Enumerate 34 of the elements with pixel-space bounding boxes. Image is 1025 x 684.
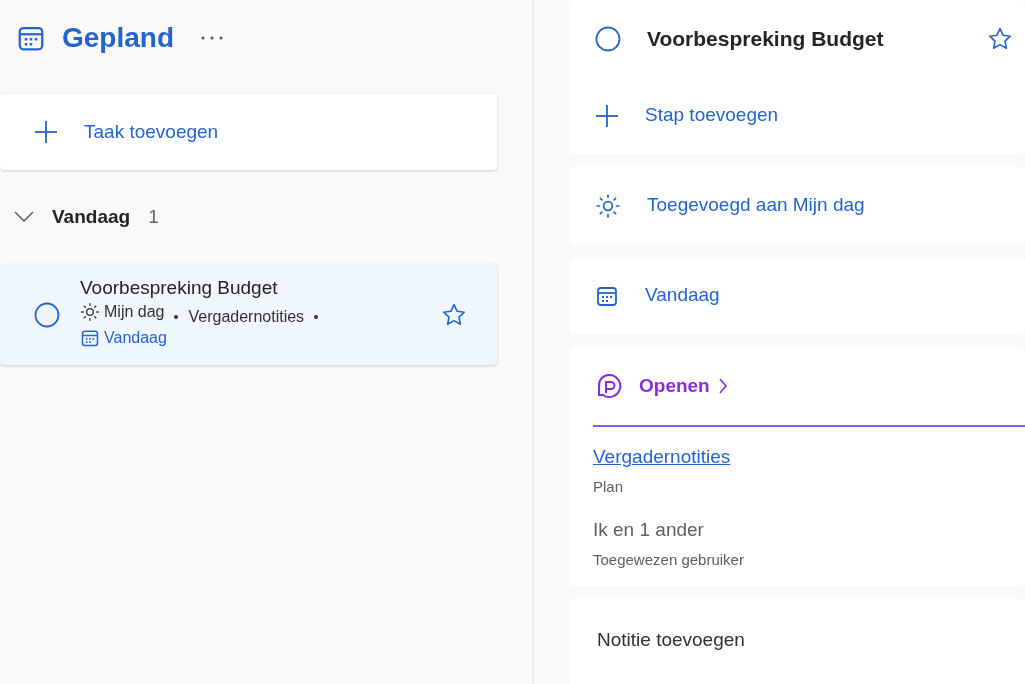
plan-caption: Plan: [593, 476, 625, 497]
assignee-text: Ik en 1 ander: [593, 518, 705, 542]
group-label[interactable]: Vandaag: [52, 202, 131, 232]
plus-icon: [34, 120, 58, 144]
due-date-link[interactable]: Vandaag: [645, 281, 720, 310]
chevron-icon: [717, 378, 728, 394]
task-title: Voorbespreking Budget: [80, 276, 279, 301]
assignee-caption: Toegewezen gebruiker: [593, 549, 745, 570]
add-step-link[interactable]: Stap toevoegen: [645, 101, 779, 130]
task-meta: Vandaag: [104, 328, 167, 349]
plan-link[interactable]: Vergadernotities: [593, 446, 731, 467]
add-task-button[interactable]: Taak toevoegen: [0, 94, 497, 170]
more-icon[interactable]: [200, 35, 224, 41]
list-title: Gepland: [62, 21, 174, 55]
bullet-icon: [174, 315, 179, 320]
open-link[interactable]: Openen: [639, 371, 728, 401]
note-field[interactable]: Notitie toevoegen: [595, 625, 844, 656]
star-icon[interactable]: [441, 301, 467, 328]
star-icon[interactable]: [987, 25, 1013, 52]
task-row[interactable]: Voorbespreking Budget Mijn dag Vergadernotities Vandaag: [0, 264, 497, 365]
chevron-icon[interactable]: [14, 211, 34, 223]
sun-icon: [595, 192, 621, 219]
loop-icon: [595, 372, 623, 400]
plus-icon: [595, 103, 619, 128]
task-meta: Vergadernotities: [188, 306, 305, 327]
sun-icon: [80, 301, 100, 322]
task-title: Voorbespreking Budget: [647, 25, 885, 52]
group-count: 1: [148, 204, 159, 229]
calendar-icon: [80, 328, 100, 349]
checkbox-circle[interactable]: [34, 301, 60, 328]
my-day-link[interactable]: Toegevoegd aan Mijn dag: [647, 191, 865, 220]
bullet-icon: [314, 315, 319, 320]
checkbox-circle[interactable]: [595, 25, 621, 52]
task-meta: Mijn dag: [104, 301, 165, 322]
